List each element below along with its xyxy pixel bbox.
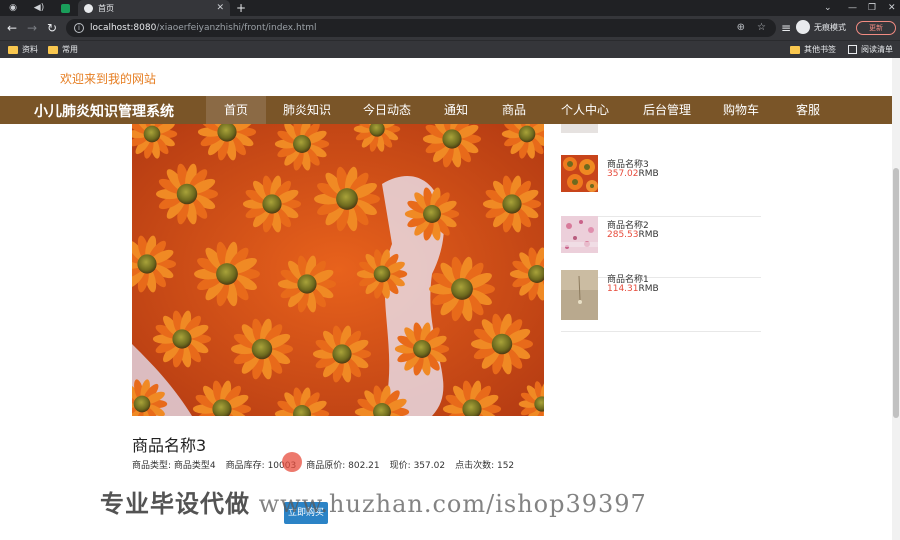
original-price-field: 商品原价: 802.21 (306, 461, 380, 471)
window-close-icon[interactable]: ✕ (888, 0, 896, 16)
sidebar-product-item[interactable]: 商品名称3 357.02RMB (561, 155, 761, 217)
scrollbar-thumb[interactable] (893, 168, 899, 418)
nav-customer-service[interactable]: 客服 (788, 96, 828, 124)
folder-icon (790, 45, 800, 54)
flower-center (251, 338, 273, 360)
product-title: 商品名称3 (132, 436, 207, 455)
folder-icon (48, 45, 58, 54)
pinned-app-tab[interactable] (56, 0, 74, 16)
new-tab-button[interactable]: + (234, 0, 248, 16)
sidebar-product-item[interactable]: 商品名称1 114.31RMB (561, 270, 761, 332)
update-button[interactable]: 更新 (856, 21, 896, 35)
flower-center (133, 395, 151, 413)
reload-icon[interactable]: ↻ (44, 20, 60, 36)
audio-tab-icon[interactable]: ◀) (30, 0, 48, 16)
current-price-field: 现价: 357.02 (389, 461, 446, 471)
flower-center (297, 274, 317, 294)
flower-center (176, 183, 198, 205)
nav-cart[interactable]: 购物车 (716, 96, 766, 124)
flower-center (172, 329, 192, 349)
watermark: 专业毕设代做 www.huzhan.com/ishop39397 (100, 489, 647, 518)
welcome-text: 欢迎来到我的网站 (60, 72, 157, 86)
flower-center (442, 129, 462, 149)
flower-center (423, 205, 441, 223)
bookmark-folder-changyong[interactable]: 常用 (48, 44, 78, 55)
nav-notice[interactable]: 通知 (436, 96, 476, 124)
minimize-icon[interactable]: — (848, 0, 857, 16)
flower-photo (132, 124, 544, 416)
nav-user-center[interactable]: 个人中心 (554, 96, 616, 124)
restore-icon[interactable]: ❐ (868, 0, 876, 16)
other-bookmarks[interactable]: 其他书签 (790, 44, 836, 55)
flower-center (502, 194, 522, 214)
flower-center (413, 340, 431, 358)
tab-search-icon[interactable]: ⌄ (824, 0, 832, 16)
site-title: 小儿肺炎知识管理系统 (34, 104, 174, 120)
star-icon[interactable]: ☆ (757, 22, 766, 33)
browser-toolbar: ← → ↻ i localhost:8080/xiaoerfeiyanzhish… (0, 16, 900, 40)
tab-title: 首页 (98, 3, 114, 13)
flower-center (373, 265, 391, 283)
incognito-indicator[interactable]: 无痕模式 (796, 20, 846, 34)
type-field: 商品类型: 商品类型4 (132, 461, 216, 471)
info-icon[interactable]: i (74, 23, 84, 33)
pinned-tab-icon[interactable]: ◉ (4, 0, 22, 16)
zoom-icon[interactable]: ⊕ (737, 22, 745, 33)
folder-icon (8, 45, 18, 54)
reading-list[interactable]: 阅读清单 (848, 44, 893, 55)
globe-icon (84, 3, 93, 13)
bookmarks-bar: 资料 常用 其他书签 阅读清单 (0, 40, 900, 58)
forward-icon[interactable]: → (24, 20, 40, 36)
cursor-click-indicator (282, 452, 302, 472)
flower-center (293, 135, 311, 153)
sidebar-product-item[interactable]: 商品名称2 285.53RMB (561, 216, 761, 278)
flower-center (137, 254, 157, 274)
main-nav: 小儿肺炎知识管理系统 首页 肺炎知识 今日动态 通知 商品 个人中心 后台管理 … (0, 96, 892, 124)
bookmark-folder-ziliao[interactable]: 资料 (8, 44, 38, 55)
incognito-icon (796, 20, 810, 34)
click-count-field: 点击次数: 152 (455, 461, 515, 471)
address-bar[interactable]: i localhost:8080/xiaoerfeiyanzhishi/fron… (66, 19, 776, 37)
reading-list-icon (848, 45, 857, 54)
nav-pneumonia-knowledge[interactable]: 肺炎知识 (276, 96, 338, 124)
close-icon[interactable]: ✕ (216, 3, 224, 13)
media-control-icon[interactable]: ≡ (778, 20, 794, 36)
sidebar-thumb-pink (561, 216, 598, 253)
nav-home[interactable]: 首页 (206, 96, 266, 124)
sidebar-partial-thumb (561, 124, 598, 133)
url-text: localhost:8080/xiaoerfeiyanzhishi/front/… (90, 23, 317, 33)
flower-center (262, 194, 282, 214)
active-tab[interactable]: 首页 ✕ (78, 0, 230, 16)
product-meta: 商品类型: 商品类型4 商品库存: 10003 商品原价: 802.21 现价:… (132, 458, 514, 471)
flower-center (491, 333, 513, 355)
product-image (132, 124, 544, 416)
back-icon[interactable]: ← (4, 20, 20, 36)
flower-center (336, 188, 358, 210)
nav-today-news[interactable]: 今日动态 (356, 96, 418, 124)
flower-center (518, 125, 536, 143)
flower-center (451, 278, 473, 300)
nav-admin[interactable]: 后台管理 (636, 96, 698, 124)
flower-center (216, 263, 238, 285)
flower-center (143, 125, 161, 143)
browser-tab-bar: ◉ ◀) 首页 ✕ + ⌄ — ❐ ✕ (0, 0, 900, 16)
nav-products[interactable]: 商品 (494, 96, 534, 124)
sidebar-thumb-flowers (561, 155, 598, 192)
flower-center (332, 344, 352, 364)
sidebar-thumb-beige (561, 270, 598, 320)
